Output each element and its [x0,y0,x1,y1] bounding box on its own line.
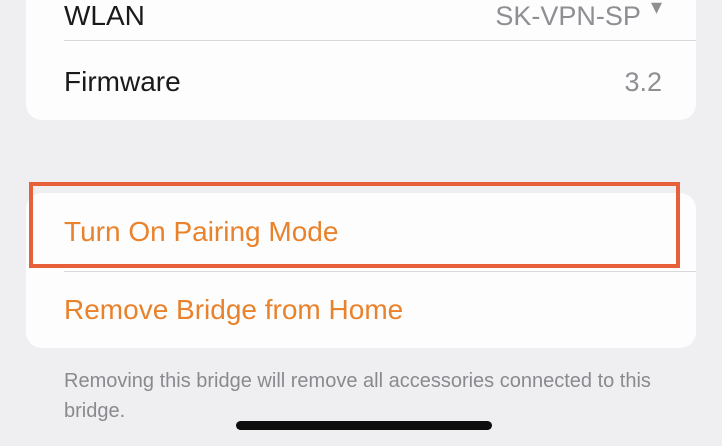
firmware-row: Firmware 3.2 [26,50,696,114]
bridge-info-card: WLAN SK-VPN-SP ▾ Firmware 3.2 [26,0,696,120]
firmware-label: Firmware [64,66,181,97]
home-indicator[interactable] [236,421,492,430]
pairing-label: Turn On Pairing Mode [64,216,339,247]
wlan-label: WLAN [64,0,145,31]
remove-bridge-button[interactable]: Remove Bridge from Home [26,272,696,348]
wlan-row[interactable]: WLAN SK-VPN-SP ▾ [26,0,696,31]
bridge-actions-card: Turn On Pairing Mode Remove Bridge from … [26,193,696,348]
chevron-down-icon: ▾ [650,0,662,19]
row-divider [64,40,696,41]
firmware-value: 3.2 [624,66,662,97]
settings-screen: WLAN SK-VPN-SP ▾ Firmware 3.2 Turn On Pa… [0,0,722,446]
turn-on-pairing-mode-button[interactable]: Turn On Pairing Mode [26,193,696,271]
remove-bridge-note: Removing this bridge will remove all acc… [64,370,651,422]
wlan-value: SK-VPN-SP [495,1,641,31]
remove-label: Remove Bridge from Home [64,294,404,325]
